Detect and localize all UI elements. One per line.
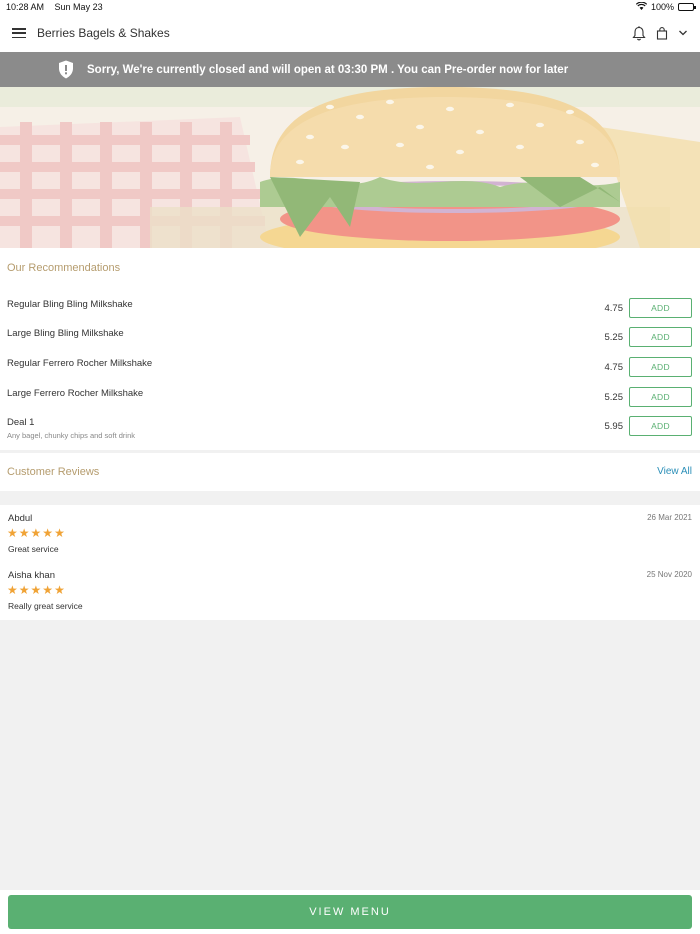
review-text: Really great service (8, 601, 83, 611)
star-icon: ★ (7, 583, 18, 597)
recommendation-item: Deal 1 Any bagel, chunky chips and soft … (0, 416, 700, 446)
store-title: Berries Bagels & Shakes (37, 26, 170, 40)
item-price: 5.95 (604, 421, 624, 432)
app-header: Berries Bagels & Shakes (0, 14, 700, 52)
item-name: Large Ferrero Rocher Milkshake (7, 388, 144, 399)
status-bar: 10:28 AM Sun May 23 100% (0, 0, 700, 14)
star-icon: ★ (18, 526, 30, 540)
battery-icon (678, 3, 696, 11)
item-description: Any bagel, chunky chips and soft drink (7, 431, 135, 440)
bell-icon[interactable] (632, 25, 646, 41)
star-icon: ★ (42, 583, 54, 597)
chevron-down-icon[interactable] (678, 29, 688, 37)
add-button[interactable]: ADD (629, 416, 692, 436)
item-price: 4.75 (604, 303, 624, 314)
view-all-link[interactable]: View All (657, 466, 692, 477)
review-item: Aisha khan 25 Nov 2020 ★ ★ ★ ★ ★ Really … (0, 570, 700, 620)
reviewer-name: Aisha khan (8, 570, 56, 581)
item-name: Regular Bling Bling Milkshake (7, 299, 133, 310)
reviewer-name: Abdul (8, 513, 33, 524)
menu-icon[interactable] (12, 28, 26, 38)
battery-percent: 100% (650, 2, 674, 12)
shopping-bag-icon[interactable] (656, 26, 668, 40)
add-button[interactable]: ADD (629, 327, 692, 347)
add-button[interactable]: ADD (629, 387, 692, 407)
reviews-title: Customer Reviews (7, 466, 100, 478)
recommendation-item: Large Ferrero Rocher Milkshake 5.25 ADD (0, 387, 700, 417)
closed-banner: Sorry, We're currently closed and will o… (0, 52, 700, 87)
recommendations-title: Our Recommendations (7, 262, 121, 274)
star-icon: ★ (30, 526, 42, 540)
star-icon: ★ (42, 526, 54, 540)
reviews-list: Abdul 26 Mar 2021 ★ ★ ★ ★ ★ Great servic… (0, 505, 700, 620)
item-name: Regular Ferrero Rocher Milkshake (7, 358, 153, 369)
reviews-header: Customer Reviews View All (0, 453, 700, 491)
closed-message: Sorry, We're currently closed and will o… (87, 63, 569, 76)
star-icon: ★ (30, 583, 42, 597)
status-right: 100% (635, 1, 696, 12)
add-button[interactable]: ADD (629, 357, 692, 377)
item-price: 4.75 (604, 362, 624, 373)
item-price: 5.25 (604, 392, 624, 403)
status-time: 10:28 AM (6, 2, 45, 12)
item-name: Large Bling Bling Milkshake (7, 328, 124, 339)
add-button[interactable]: ADD (629, 298, 692, 318)
item-name: Deal 1 (7, 417, 35, 428)
review-text: Great service (8, 544, 59, 554)
review-item: Abdul 26 Mar 2021 ★ ★ ★ ★ ★ Great servic… (0, 513, 700, 563)
recommendations-section: Our Recommendations Regular Bling Bling … (0, 248, 700, 450)
view-menu-button[interactable]: VIEW MENU (8, 895, 692, 929)
star-icon: ★ (54, 526, 65, 540)
recommendation-item: Regular Ferrero Rocher Milkshake 4.75 AD… (0, 357, 700, 387)
recommendation-item: Large Bling Bling Milkshake 5.25 ADD (0, 327, 700, 357)
wifi-icon (635, 1, 648, 12)
item-price: 5.25 (604, 332, 624, 343)
star-rating: ★ ★ ★ ★ ★ (7, 584, 65, 596)
shield-alert-icon (58, 60, 74, 79)
status-left: 10:28 AM Sun May 23 (6, 2, 111, 12)
star-icon: ★ (54, 583, 65, 597)
star-icon: ★ (7, 526, 18, 540)
review-date: 26 Mar 2021 (647, 513, 692, 522)
star-rating: ★ ★ ★ ★ ★ (7, 527, 65, 539)
star-icon: ★ (18, 583, 30, 597)
recommendation-item: Regular Bling Bling Milkshake 4.75 ADD (0, 298, 700, 328)
bottom-bar: VIEW MENU (0, 890, 700, 934)
hero-burger-image (0, 87, 700, 248)
review-date: 25 Nov 2020 (646, 570, 692, 579)
header-actions (632, 25, 688, 41)
status-date: Sun May 23 (54, 2, 103, 12)
